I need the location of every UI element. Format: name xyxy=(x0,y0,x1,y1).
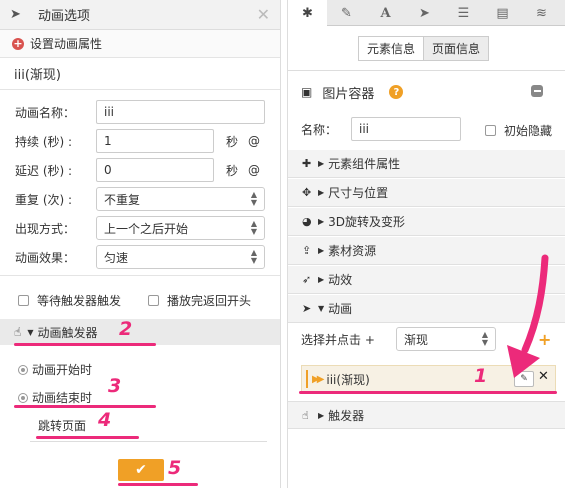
annotation-arrow xyxy=(507,254,549,378)
